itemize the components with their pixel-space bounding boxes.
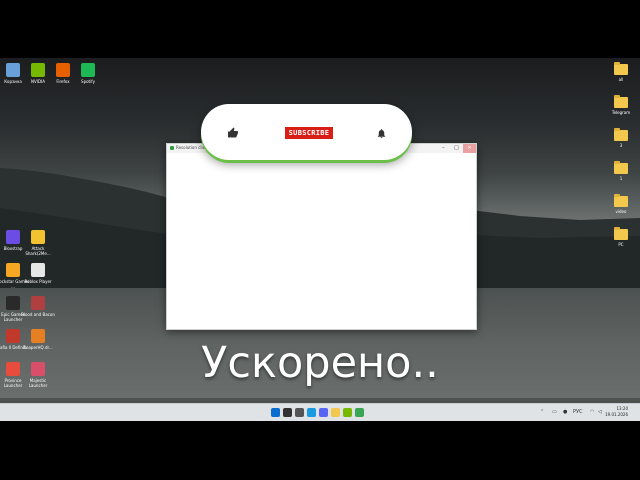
desktop-icon[interactable]: 1: [604, 161, 638, 181]
network-icon[interactable]: ▭: [552, 409, 557, 415]
app-icon: [170, 146, 174, 150]
bell-icon[interactable]: [376, 128, 387, 139]
file-explorer-icon[interactable]: [331, 408, 340, 417]
minimize-button[interactable]: –: [437, 144, 450, 153]
desktop-icon-label: video: [615, 209, 627, 214]
desktop-icon[interactable]: Blood and Bacon: [21, 296, 55, 317]
wifi-icon[interactable]: ◠: [590, 409, 594, 415]
subscribe-overlay: SUBSCRIBE: [201, 104, 412, 160]
date: 19.01.2026: [605, 412, 628, 417]
resolution-client-window[interactable]: Resolution clien... – □ ✕: [166, 143, 477, 330]
tray-chevron-icon[interactable]: ⌃: [540, 409, 544, 415]
desktop-icon[interactable]: Telegram: [604, 95, 638, 115]
nvidia-app-icon[interactable]: [343, 408, 352, 417]
folder-icon: [614, 128, 628, 141]
taskbar: ⌃ ▭ ● РУС ◠ ◁ 13:20 19.01.2026: [0, 403, 640, 421]
start-icon[interactable]: [271, 408, 280, 417]
task-view-icon[interactable]: [295, 408, 304, 417]
folder-icon: [614, 62, 628, 75]
desktop-icon[interactable]: video: [604, 194, 638, 214]
recycle-bin-icon: [6, 63, 20, 77]
desktop-icon-label: Attack Shark(2Me...: [25, 246, 51, 256]
desktop-icon-label: 3: [619, 143, 623, 148]
desktop-icon[interactable]: all: [604, 62, 638, 82]
desktop-icon-label: Spotify: [81, 79, 95, 84]
roblox-icon: [31, 263, 45, 277]
folder-icon: [614, 227, 628, 240]
desktop-icon[interactable]: Spotify: [71, 63, 105, 84]
desktop-icon-label: Blood and Bacon: [21, 312, 55, 317]
folder-icon: [614, 95, 628, 108]
epic-games-icon: [6, 296, 20, 310]
desktop-icon-label: Telegram: [611, 110, 631, 115]
attack-shark-icon: [31, 230, 45, 244]
maximize-button[interactable]: □: [450, 144, 463, 153]
folder-icon: [614, 161, 628, 174]
desktop-icon-label: 1: [619, 176, 623, 181]
desktop-icon-label: Roblox Player: [24, 279, 52, 284]
desktop-icon[interactable]: Roblox Player: [21, 263, 55, 284]
bloxstrap-icon: [6, 230, 20, 244]
rockstar-icon: [6, 263, 20, 277]
blood-bacon-icon: [31, 296, 45, 310]
search-icon[interactable]: [283, 408, 292, 417]
spotify-icon: [81, 63, 95, 77]
desktop-icon[interactable]: 3: [604, 128, 638, 148]
microphone-icon[interactable]: ●: [563, 409, 567, 415]
firefox-icon: [56, 63, 70, 77]
close-button[interactable]: ✕: [463, 144, 476, 153]
language-indicator[interactable]: РУС: [573, 409, 583, 415]
edge-icon[interactable]: [307, 408, 316, 417]
desktop-icon-label: PC: [618, 242, 624, 247]
video-caption: Ускорено..: [201, 338, 439, 388]
discord-icon[interactable]: [319, 408, 328, 417]
desktop-icon[interactable]: Attack Shark(2Me...: [21, 230, 55, 256]
resolution-client-icon[interactable]: [355, 408, 364, 417]
desktop-icon[interactable]: PC: [604, 227, 638, 247]
subscribe-button[interactable]: SUBSCRIBE: [285, 127, 333, 139]
folder-icon: [614, 194, 628, 207]
nvidia-icon: [31, 63, 45, 77]
clock[interactable]: 13:20 19.01.2026: [605, 406, 628, 418]
like-icon[interactable]: [227, 127, 239, 139]
volume-icon[interactable]: ◁: [598, 409, 602, 415]
desktop-icon-label: all: [618, 77, 624, 82]
